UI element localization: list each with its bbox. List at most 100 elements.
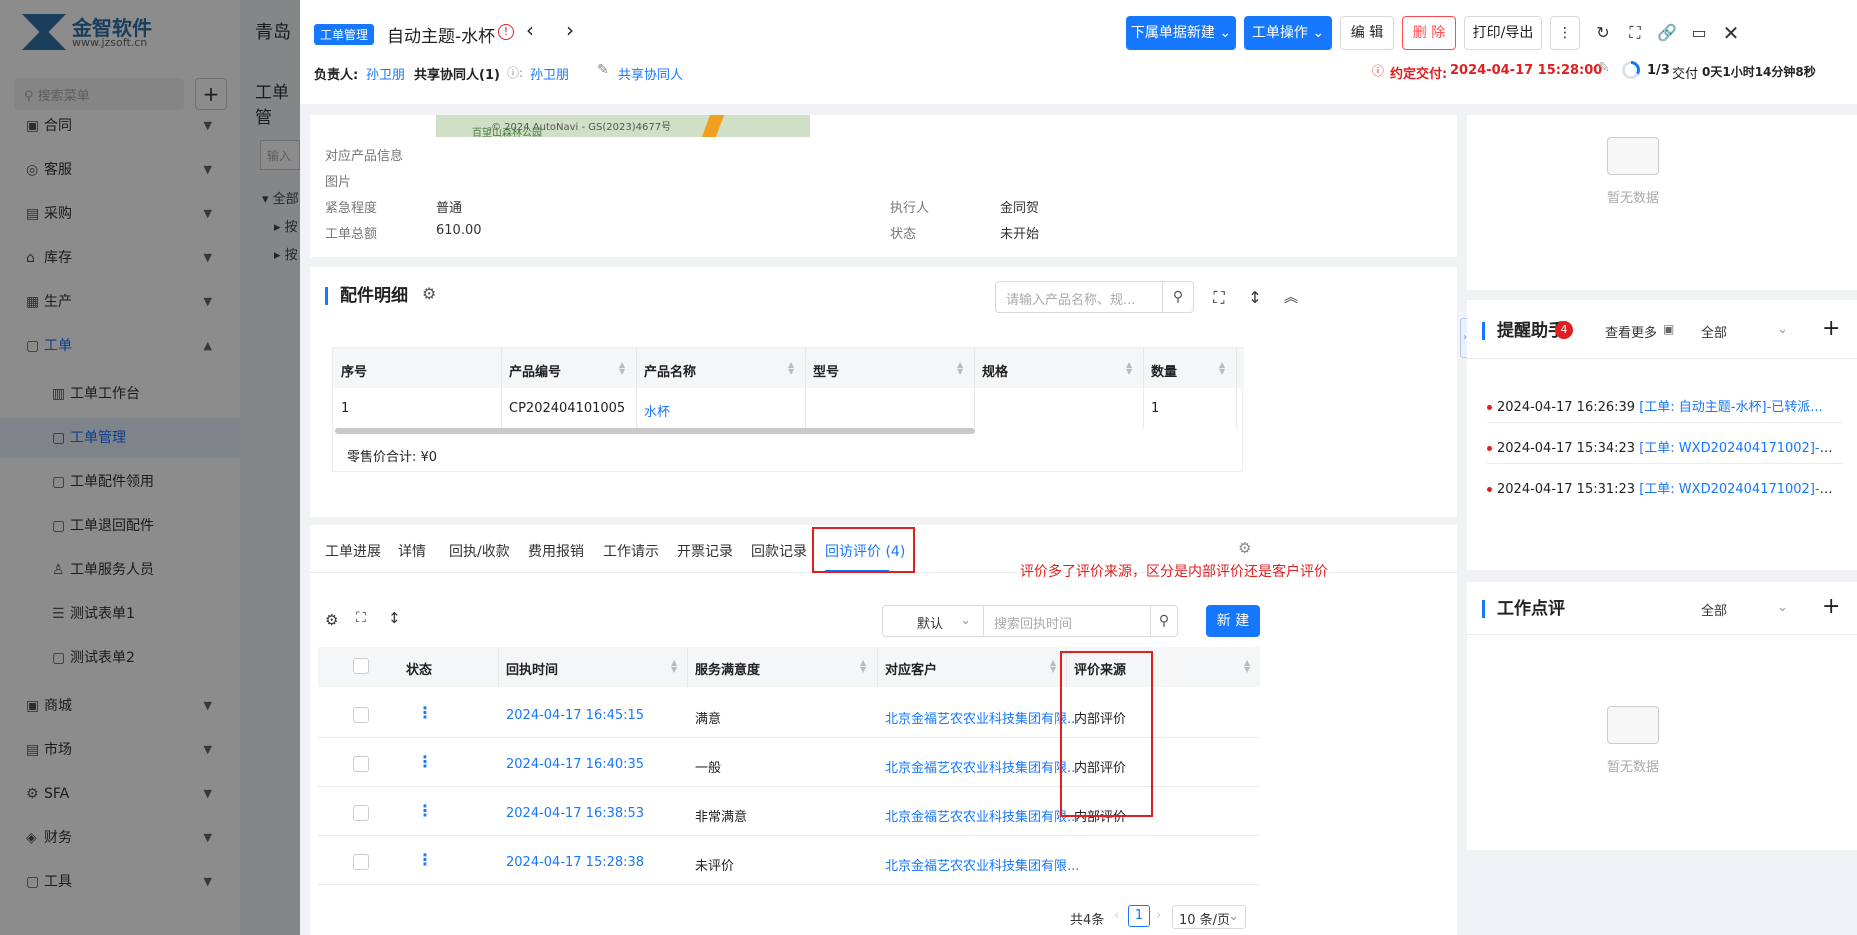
sort-icon[interactable]: ▲ ▼ [860,659,868,674]
monitor-icon[interactable]: ▭ [1684,18,1714,48]
receipt-time-link[interactable]: 2024-04-17 16:45:15 [506,708,644,723]
sort-icon[interactable]: ▲ ▼ [1244,659,1252,674]
row-actions-icon[interactable]: ⋮ [417,703,433,722]
chevron-down-icon: ⌄ [960,613,971,628]
tab-payment[interactable]: 回款记录 [751,541,807,561]
row-checkbox[interactable] [353,756,369,772]
fullscreen-icon[interactable]: ⛶ [1620,18,1650,48]
sort-icon[interactable]: ▲ ▼ [788,361,796,376]
sub-document-new-button[interactable]: 下属单据新建 ⌄ [1126,16,1236,50]
workorder-operations-button[interactable]: 工单操作 ⌄ [1244,16,1332,50]
col-header-customer: 对应客户 [885,663,938,678]
more-options-button[interactable]: ⋮ [1550,16,1580,50]
customer-link[interactable]: 北京金福艺农农业科技集团有限... [885,855,1079,874]
tab-request[interactable]: 工作请示 [603,541,659,561]
tab-progress[interactable]: 工单进展 [325,541,381,561]
total-label: 工单总额 [325,227,378,242]
map-road [701,115,725,137]
right-panel-top: 暂无数据 [1467,115,1857,290]
receipt-time-link[interactable]: 2024-04-17 16:38:53 [506,806,644,821]
next-arrow-icon[interactable]: › [566,18,574,42]
page-number[interactable]: 1 [1128,905,1150,927]
next-page-icon[interactable]: › [1156,908,1161,923]
map-thumbnail[interactable]: © 2024 AutoNavi - GS(2023)4677号 百望山森林公园 [436,115,810,137]
add-comment-icon[interactable]: + [1822,594,1840,619]
add-reminder-icon[interactable]: + [1822,316,1840,341]
customer-link[interactable]: 北京金福艺农农业科技集团有限... [885,757,1079,776]
sort-icon[interactable]: ▲ ▼ [1050,659,1058,674]
sort-icon[interactable]: ▲ ▼ [1126,361,1134,376]
receipt-time-link[interactable]: 2024-04-17 16:40:35 [506,757,644,772]
owner-link[interactable]: 孙卫朋 [366,64,405,83]
unread-dot [1487,487,1492,492]
sort-icon[interactable]: ▲ ▼ [1219,361,1227,376]
satisfaction-cell: 满意 [695,712,722,727]
parts-cell: 1 [1151,401,1160,416]
col-header-time: 回执时间 [506,663,559,678]
tab-settings-icon[interactable]: ⚙ [1238,539,1251,557]
row-checkbox[interactable] [353,805,369,821]
edit-button[interactable]: 编 辑 [1340,16,1394,50]
customer-link[interactable]: 北京金福艺农农业科技集团有限... [885,708,1079,727]
filter-select[interactable]: 默认 ⌄ [882,605,984,637]
work-comment-panel: 工作点评 全部 ⌄ + 暂无数据 [1467,582,1857,850]
satisfaction-cell: 未评价 [695,859,735,874]
review-card: 工单进展 详情 回执/收款 费用报销 工作请示 开票记录 回款记录 回访评价 (… [310,525,1457,935]
tab-expense[interactable]: 费用报销 [528,541,584,561]
product-name-link[interactable]: 水杯 [644,401,670,420]
expand-icon[interactable]: ⛶ [1204,283,1234,313]
sort-icon[interactable]: ▲ ▼ [957,361,965,376]
reminder-item[interactable]: 2024-04-17 15:34:23 [工单: WXD202404171002… [1487,437,1843,456]
sort-icon[interactable]: ▲ ▼ [671,659,679,674]
share-collaborator-link[interactable]: 共享协同人 [618,64,683,83]
total-value: 610.00 [436,223,482,238]
delete-button[interactable]: 删 除 [1402,16,1456,50]
link-icon[interactable]: 🔗 [1652,18,1682,48]
row-height-icon[interactable]: ↕ [388,609,401,627]
tab-receipt[interactable]: 回执/收款 [449,541,510,561]
horizontal-scrollbar[interactable] [335,428,975,434]
new-review-button[interactable]: 新 建 [1206,605,1260,637]
progress-ring [1622,61,1640,79]
settings-gear-icon[interactable]: ⚙ [422,284,436,303]
prev-arrow-icon[interactable]: ‹ [526,18,534,42]
reminder-item[interactable]: 2024-04-17 15:31:23 [工单: WXD202404171002… [1487,478,1843,497]
refresh-icon[interactable]: ↻ [1588,18,1618,48]
satisfaction-cell: 非常满意 [695,810,748,825]
see-more-link[interactable]: 查看更多 [1605,322,1657,341]
close-icon[interactable]: ✕ [1716,18,1746,48]
parts-section-title: 配件明细 [325,287,408,305]
due-time: 2024-04-17 15:28:00 [1450,63,1603,78]
col-header-status: 状态 [406,663,433,678]
reminder-filter[interactable]: 全部 [1701,322,1727,341]
tab-invoice[interactable]: 开票记录 [677,541,733,561]
search-icon[interactable]: ⚲ [1150,605,1178,637]
sort-icon[interactable]: ▲ ▼ [619,361,627,376]
row-checkbox[interactable] [353,854,369,870]
search-icon[interactable]: ⚲ [1162,281,1194,313]
fullscreen-table-icon[interactable]: ⛶ [356,610,366,626]
receipt-time-link[interactable]: 2024-04-17 15:28:38 [506,855,644,870]
edit-due-icon[interactable]: ✎ [1598,60,1610,76]
review-search-input[interactable]: 搜索回执时间 [983,605,1151,637]
row-actions-icon[interactable]: ⋮ [417,801,433,820]
customer-link[interactable]: 北京金福艺农农业科技集团有限... [885,806,1079,825]
share-name-link[interactable]: 孙卫朋 [530,64,569,83]
row-actions-icon[interactable]: ⋮ [417,752,433,771]
empty-box-icon [1607,706,1659,744]
page-size-select[interactable]: 10 条/页 ⌄ [1172,905,1246,929]
reminder-item[interactable]: 2024-04-17 16:26:39 [工单: 自动主题-水杯]-已转派... [1487,396,1843,415]
row-height-icon[interactable]: ↕ [1240,283,1270,313]
table-settings-icon[interactable]: ⚙ [325,611,338,629]
select-all-checkbox[interactable] [353,658,369,674]
modal-overlay[interactable] [0,0,300,935]
tab-detail[interactable]: 详情 [398,541,426,561]
print-export-button[interactable]: 打印/导出 [1464,16,1542,50]
unread-dot [1487,446,1492,451]
comment-filter[interactable]: 全部 [1701,600,1727,619]
collapse-up-icon[interactable]: ︽ [1276,283,1306,313]
prev-page-icon[interactable]: ‹ [1114,908,1119,923]
row-actions-icon[interactable]: ⋮ [417,850,433,869]
row-checkbox[interactable] [353,707,369,723]
parts-search-input[interactable]: 请输入产品名称、规... [995,281,1163,313]
